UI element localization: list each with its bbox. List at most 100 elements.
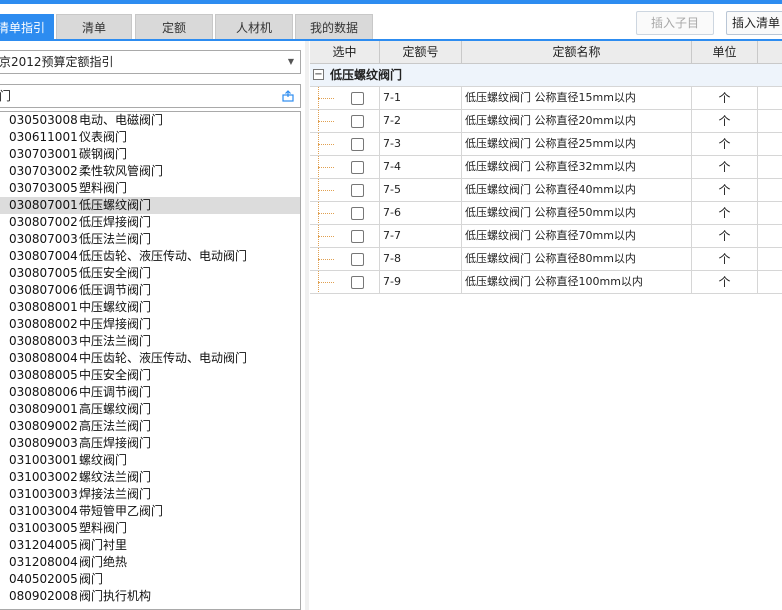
tree-item-code: 030807005: [9, 266, 78, 280]
tree-item[interactable]: 031003001螺纹阀门: [0, 452, 300, 469]
tree-item-code: 030808003: [9, 334, 78, 348]
select-cell: [310, 87, 380, 109]
select-cell: [310, 271, 380, 293]
quota-unit: 个: [692, 133, 758, 155]
tree-item[interactable]: 031003002螺纹法兰阀门: [0, 469, 300, 486]
quota-code: 7-2: [380, 110, 462, 132]
tree-item[interactable]: 031003005塑料阀门: [0, 520, 300, 537]
group-row[interactable]: − 低压螺纹阀门: [310, 64, 782, 87]
tree-item[interactable]: 030808006中压调节阀门: [0, 384, 300, 401]
tree-item-code: 031003004: [9, 504, 78, 518]
tree-item[interactable]: 030809001高压螺纹阀门: [0, 401, 300, 418]
panel-splitter[interactable]: [305, 41, 309, 610]
tree-item-code: 030809002: [9, 419, 78, 433]
row-checkbox[interactable]: [351, 253, 364, 266]
tree-item[interactable]: 030807006低压调节阀门: [0, 282, 300, 299]
quota-row[interactable]: 7-4 低压螺纹阀门 公称直径32mm以内个: [310, 156, 782, 179]
header-quota-name[interactable]: 定额名称: [462, 41, 692, 63]
tree-item[interactable]: 030703001碳钢阀门: [0, 146, 300, 163]
header-unit[interactable]: 单位: [692, 41, 758, 63]
select-cell: [310, 202, 380, 224]
tree-item[interactable]: 030703002柔性软风管阀门: [0, 163, 300, 180]
tree-item[interactable]: 030807004低压齿轮、液压传动、电动阀门: [0, 248, 300, 265]
quota-row[interactable]: 7-2 低压螺纹阀门 公称直径20mm以内个: [310, 110, 782, 133]
tree-item[interactable]: 030808005中压安全阀门: [0, 367, 300, 384]
tree-item[interactable]: 030807005低压安全阀门: [0, 265, 300, 282]
tree-item[interactable]: 030808004中压齿轮、液压传动、电动阀门: [0, 350, 300, 367]
header-select[interactable]: 选中: [310, 41, 380, 63]
tree-item-name: 仪表阀门: [79, 130, 128, 144]
quota-unit: 个: [692, 271, 758, 293]
tree-connector: [318, 190, 334, 191]
tree-item[interactable]: 031204005阀门衬里: [0, 537, 300, 554]
tree-item-code: 030807001: [9, 198, 78, 212]
row-checkbox[interactable]: [351, 230, 364, 243]
tree-item-name: 中压齿轮、液压传动、电动阀门: [79, 351, 248, 365]
quota-code: 7-3: [380, 133, 462, 155]
tree-item[interactable]: 030808003中压法兰阀门: [0, 333, 300, 350]
tree-item-code: 030503008: [9, 113, 78, 127]
tree-item[interactable]: 030809002高压法兰阀门: [0, 418, 300, 435]
tab-list[interactable]: 清单: [56, 14, 132, 40]
extra-cell: [758, 156, 782, 178]
insert-child-button[interactable]: 插入子目: [636, 11, 714, 35]
quota-row[interactable]: 7-5 低压螺纹阀门 公称直径40mm以内个: [310, 179, 782, 202]
insert-list-button[interactable]: 插入清单: [726, 11, 782, 35]
tree-connector: [318, 213, 334, 214]
quota-row[interactable]: 7-7 低压螺纹阀门 公称直径70mm以内个: [310, 225, 782, 248]
tree-item-name: 阀门绝热: [79, 555, 128, 569]
tree-item[interactable]: 030807001低压螺纹阀门: [0, 197, 300, 214]
collapse-toggle-icon[interactable]: −: [313, 69, 324, 80]
tree-item[interactable]: 031003004带短管甲乙阀门: [0, 503, 300, 520]
tree-item-name: 低压焊接阀门: [79, 215, 152, 229]
tree-item[interactable]: 080902008阀门执行机构: [0, 588, 300, 605]
tree-item-name: 柔性软风管阀门: [79, 164, 164, 178]
tree-item[interactable]: 031208004阀门绝热: [0, 554, 300, 571]
quota-unit: 个: [692, 202, 758, 224]
quota-name: 低压螺纹阀门 公称直径15mm以内: [462, 87, 692, 109]
row-checkbox[interactable]: [351, 115, 364, 128]
tree-connector: [318, 282, 334, 283]
tree-item[interactable]: 030808002中压焊接阀门: [0, 316, 300, 333]
quota-row[interactable]: 7-8 低压螺纹阀门 公称直径80mm以内个: [310, 248, 782, 271]
search-input[interactable]: 阀门: [0, 84, 301, 108]
tree-item[interactable]: 040502005阀门: [0, 571, 300, 588]
tree-item[interactable]: 030807003低压法兰阀门: [0, 231, 300, 248]
extra-cell: [758, 133, 782, 155]
quota-row[interactable]: 7-6 低压螺纹阀门 公称直径50mm以内个: [310, 202, 782, 225]
locate-icon[interactable]: [282, 90, 294, 102]
tree-item-code: 031003003: [9, 487, 78, 501]
row-checkbox[interactable]: [351, 161, 364, 174]
row-checkbox[interactable]: [351, 276, 364, 289]
tab-quota[interactable]: 定额: [135, 14, 213, 40]
tree-item[interactable]: 030611001仪表阀门: [0, 129, 300, 146]
quota-grid: 选中 定额号 定额名称 单位 − 低压螺纹阀门 7-1 低压螺纹阀门 公称直径15…: [310, 41, 782, 610]
tree-item[interactable]: 031003003焊接法兰阀门: [0, 486, 300, 503]
tree-item-code: 080902008: [9, 589, 78, 603]
tree-item-code: 030807003: [9, 232, 78, 246]
tab-list-guide[interactable]: 清单指引: [0, 14, 54, 40]
quota-library-select[interactable]: 北京2012预算定额指引 ▼: [0, 50, 301, 74]
tab-labor-material-machine[interactable]: 人材机: [215, 14, 293, 40]
quota-code: 7-7: [380, 225, 462, 247]
extra-cell: [758, 248, 782, 270]
tree-item[interactable]: 030807002低压焊接阀门: [0, 214, 300, 231]
quota-row[interactable]: 7-3 低压螺纹阀门 公称直径25mm以内个: [310, 133, 782, 156]
tree-item[interactable]: 030503008电动、电磁阀门: [0, 112, 300, 129]
tree-item[interactable]: 030808001中压螺纹阀门: [0, 299, 300, 316]
quota-row[interactable]: 7-1 低压螺纹阀门 公称直径15mm以内个: [310, 87, 782, 110]
row-checkbox[interactable]: [351, 207, 364, 220]
row-checkbox[interactable]: [351, 184, 364, 197]
search-value: 阀门: [0, 89, 12, 103]
header-quota-code[interactable]: 定额号: [380, 41, 462, 63]
dropdown-arrow-icon: ▼: [287, 57, 294, 66]
tree-item[interactable]: 030703005塑料阀门: [0, 180, 300, 197]
tab-my-data[interactable]: 我的数据: [295, 14, 373, 40]
list-guide-tree: 030503008电动、电磁阀门 030611001仪表阀门 030703001碳钢…: [0, 111, 301, 610]
quota-row[interactable]: 7-9 低压螺纹阀门 公称直径100mm以内个: [310, 271, 782, 294]
row-checkbox[interactable]: [351, 138, 364, 151]
tree-item-code: 030703002: [9, 164, 78, 178]
tree-item-name: 带短管甲乙阀门: [79, 504, 164, 518]
row-checkbox[interactable]: [351, 92, 364, 105]
tree-item[interactable]: 030809003高压焊接阀门: [0, 435, 300, 452]
